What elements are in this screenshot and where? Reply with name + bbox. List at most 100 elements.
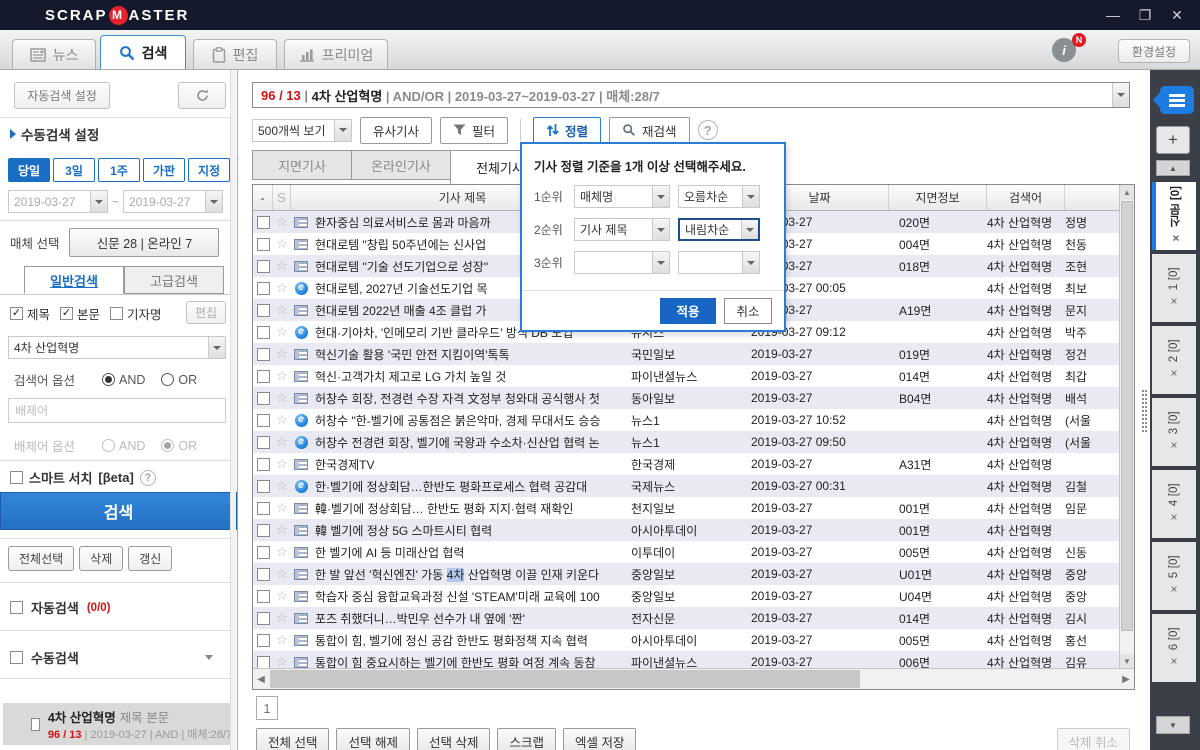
header-pageinfo[interactable]: 지면정보 bbox=[889, 185, 987, 210]
title-checkbox[interactable] bbox=[10, 307, 23, 320]
header-reporter[interactable] bbox=[1065, 185, 1121, 210]
horizontal-scrollbar[interactable]: ◀ ▶ bbox=[253, 668, 1134, 689]
star-icon[interactable]: ☆ bbox=[273, 566, 291, 582]
star-icon[interactable]: ☆ bbox=[273, 390, 291, 406]
star-icon[interactable]: ☆ bbox=[273, 456, 291, 472]
help-icon[interactable]: ? bbox=[140, 470, 156, 486]
row-checkbox[interactable] bbox=[257, 348, 270, 361]
scroll-left-icon[interactable]: ◀ bbox=[253, 669, 269, 689]
star-icon[interactable]: ☆ bbox=[273, 632, 291, 648]
table-row[interactable]: ☆ 허창수 회장, 전경련 수장 자격 文정부 청와대 공식행사 첫 동아일보 … bbox=[253, 387, 1121, 409]
scrap-tab[interactable]: × 4 [0] bbox=[1152, 470, 1196, 538]
dropdown-arrow-icon[interactable] bbox=[1112, 83, 1129, 107]
row-checkbox[interactable] bbox=[257, 216, 270, 229]
article-title[interactable]: 허창수 회장, 전경련 수장 자격 文정부 청와대 공식행사 첫 bbox=[311, 390, 631, 407]
vertical-scrollbar[interactable]: ▲ ▼ bbox=[1119, 185, 1134, 669]
tab-search[interactable]: 검색 bbox=[100, 35, 186, 69]
table-row[interactable]: ☆ 통합이 힘 중요시하는 벨기에 한반도 평화 여정 계속 동참 파이낸셜뉴스… bbox=[253, 651, 1121, 669]
row-checkbox[interactable] bbox=[257, 326, 270, 339]
renew-button[interactable]: 갱신 bbox=[128, 546, 172, 571]
select-all-rows-button[interactable]: 전체 선택 bbox=[256, 728, 329, 750]
cancel-button[interactable]: 취소 bbox=[724, 298, 772, 324]
select-all-button[interactable]: 전체선택 bbox=[8, 546, 74, 571]
row-checkbox[interactable] bbox=[257, 612, 270, 625]
deselect-rows-button[interactable]: 선택 해제 bbox=[336, 728, 409, 750]
maximize-icon[interactable]: ❐ bbox=[1136, 7, 1154, 24]
article-title[interactable]: 혁신기술 활용 '국민 안전 지킴이역'톡톡 bbox=[311, 346, 631, 363]
edit-fields-button[interactable]: 편집 bbox=[186, 301, 226, 324]
table-row[interactable]: ☆ 韓·벨기에 정상회담… 한반도 평화 지지·협력 재확인 천지일보 2019… bbox=[253, 497, 1121, 519]
tabs-scroll-down-icon[interactable]: ▼ bbox=[1156, 716, 1190, 734]
research-button[interactable]: 재검색 bbox=[609, 117, 690, 144]
reporter-checkbox[interactable] bbox=[110, 307, 123, 320]
row-checkbox[interactable] bbox=[257, 634, 270, 647]
undo-delete-button[interactable]: 삭제 취소 bbox=[1057, 728, 1130, 750]
date-from-select[interactable]: 2019-03-27 bbox=[8, 190, 108, 213]
star-icon[interactable]: ☆ bbox=[273, 544, 291, 560]
collapse-arrow-icon[interactable] bbox=[205, 655, 213, 660]
table-row[interactable]: ☆ e 허창수 "한-벨기에 공통점은 붉은악마, 경제 무대서도 승승 뉴스1… bbox=[253, 409, 1121, 431]
similar-articles-button[interactable]: 유사기사 bbox=[360, 117, 432, 144]
star-icon[interactable]: ☆ bbox=[273, 434, 291, 450]
table-row[interactable]: ☆ e 한·벨기에 정상회담…한반도 평화프로세스 협력 공감대 국제뉴스 20… bbox=[253, 475, 1121, 497]
panel-splitter[interactable] bbox=[1140, 70, 1150, 750]
tab-online-articles[interactable]: 온라인기사 bbox=[351, 150, 451, 180]
scrap-tab[interactable]: × 1 [0] bbox=[1152, 254, 1196, 322]
keyword-and-radio[interactable] bbox=[102, 373, 115, 386]
row-checkbox[interactable] bbox=[257, 414, 270, 427]
row-checkbox[interactable] bbox=[257, 370, 270, 383]
page-size-select[interactable]: 500개씩 보기 bbox=[252, 119, 352, 142]
manual-search-group-checkbox[interactable] bbox=[10, 651, 23, 664]
scroll-down-icon[interactable]: ▼ bbox=[1120, 654, 1134, 669]
tabs-scroll-up-icon[interactable]: ▲ bbox=[1156, 160, 1190, 176]
saved-search-checkbox[interactable] bbox=[31, 718, 40, 731]
exclude-and-radio[interactable] bbox=[102, 439, 115, 452]
date-to-select[interactable]: 2019-03-27 bbox=[123, 190, 223, 213]
close-tab-icon[interactable]: × bbox=[1167, 295, 1181, 309]
filter-button[interactable]: 필터 bbox=[440, 117, 508, 144]
scrap-list-icon[interactable] bbox=[1160, 86, 1194, 114]
close-icon[interactable]: ✕ bbox=[1168, 7, 1186, 24]
period-3days-button[interactable]: 3일 bbox=[53, 158, 95, 182]
star-icon[interactable]: ☆ bbox=[273, 500, 291, 516]
settings-button[interactable]: 환경설정 bbox=[1118, 39, 1190, 63]
exclude-or-radio[interactable] bbox=[161, 439, 174, 452]
row-checkbox[interactable] bbox=[257, 238, 270, 251]
refresh-button[interactable] bbox=[178, 82, 226, 109]
sort-rank1-order-select[interactable]: 오름차순 bbox=[678, 185, 760, 208]
table-row[interactable]: ☆ 한 벨기에 AI 등 미래산업 협력 이투데이 2019-03-27 005… bbox=[253, 541, 1121, 563]
scrap-tab[interactable]: × 신문 [0] bbox=[1152, 182, 1196, 250]
page-number[interactable]: 1 bbox=[256, 696, 278, 720]
row-checkbox[interactable] bbox=[257, 480, 270, 493]
row-checkbox[interactable] bbox=[257, 568, 270, 581]
apply-button[interactable]: 적용 bbox=[660, 298, 716, 324]
vertical-scroll-thumb[interactable] bbox=[1121, 201, 1133, 631]
table-row[interactable]: ☆ 통합이 힘, 벨기에 정신 공감 한반도 평화정책 지속 협력 아시아투데이… bbox=[253, 629, 1121, 651]
delete-selected-button[interactable]: 선택 삭제 bbox=[417, 728, 490, 750]
star-icon[interactable]: ☆ bbox=[273, 324, 291, 340]
article-title[interactable]: 허창수 전경련 회장, 벨기에 국왕과 수소차·신산업 협력 논 bbox=[311, 434, 631, 451]
star-icon[interactable]: ☆ bbox=[273, 610, 291, 626]
header-scrap[interactable]: S bbox=[273, 185, 291, 210]
star-icon[interactable]: ☆ bbox=[273, 346, 291, 362]
table-row[interactable]: ☆ 한국경제TV 한국경제 2019-03-27 A31면 4차 산업혁명 bbox=[253, 453, 1121, 475]
row-checkbox[interactable] bbox=[257, 392, 270, 405]
sort-button[interactable]: 정렬 bbox=[533, 117, 601, 144]
article-title[interactable]: 한 발 앞선 '혁신엔진' 가동 4차 산업혁명 이끌 인재 키운다 bbox=[311, 566, 631, 583]
tab-news[interactable]: 뉴스 bbox=[12, 39, 96, 69]
article-title[interactable]: 한·벨기에 정상회담…한반도 평화프로세스 협력 공감대 bbox=[311, 478, 631, 495]
excel-save-button[interactable]: 엑셀 저장 bbox=[563, 728, 636, 750]
sort-rank2-order-select[interactable]: 내림차순 bbox=[678, 218, 760, 241]
exclude-word-input[interactable] bbox=[8, 398, 226, 423]
star-icon[interactable]: ☆ bbox=[273, 478, 291, 494]
sidebar-scrollbar[interactable] bbox=[230, 70, 236, 750]
star-icon[interactable]: ☆ bbox=[273, 412, 291, 428]
row-checkbox[interactable] bbox=[257, 546, 270, 559]
row-checkbox[interactable] bbox=[257, 524, 270, 537]
star-icon[interactable]: ☆ bbox=[273, 522, 291, 538]
keyword-combobox[interactable]: 4차 산업혁명 bbox=[8, 336, 226, 359]
scrap-tab[interactable]: × 6 [0] bbox=[1152, 614, 1196, 682]
star-icon[interactable]: ☆ bbox=[273, 368, 291, 384]
close-tab-icon[interactable]: × bbox=[1167, 511, 1181, 525]
article-title[interactable]: 포즈 취했더니…박민우 선수가 내 옆에 '짠' bbox=[311, 610, 631, 627]
